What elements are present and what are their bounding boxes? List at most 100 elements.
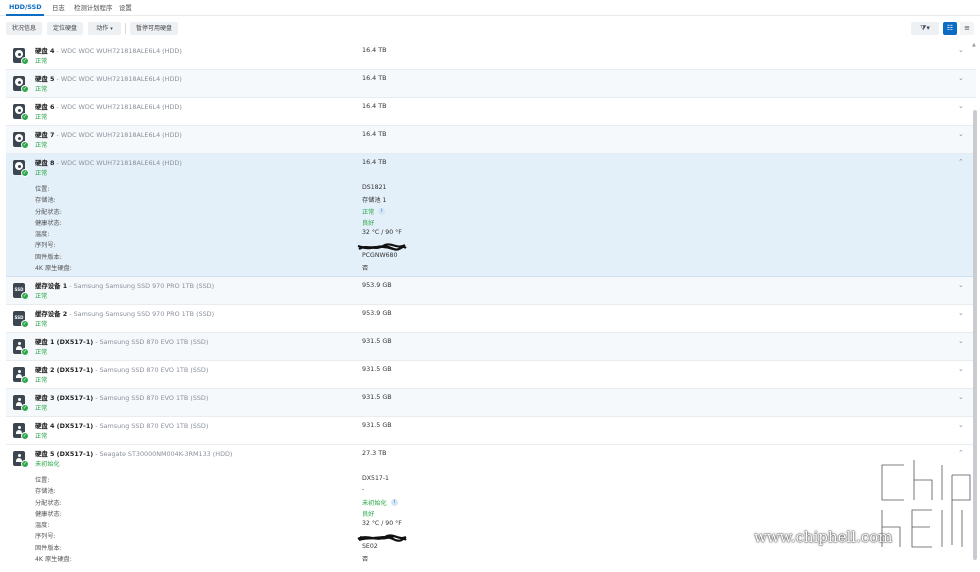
- disk-status: 正常: [35, 86, 48, 93]
- chevron-down-icon[interactable]: ⌄: [958, 309, 964, 317]
- chevron-down-icon[interactable]: ⌄: [958, 46, 964, 54]
- hdd-icon: ✓: [13, 132, 29, 149]
- expansion-disk-icon: ✓: [13, 339, 29, 356]
- tab-log[interactable]: 日志: [52, 3, 65, 12]
- disk-model: - WDC WDC WUH721818ALE6L4 (HDD): [54, 103, 182, 111]
- chevron-down-icon[interactable]: ⌄: [958, 74, 964, 82]
- disk-name: 硬盘 2 (DX517-1): [35, 366, 94, 374]
- disk-size: 931.5 GB: [362, 421, 392, 429]
- detail-label-temp: 温度:: [35, 231, 50, 239]
- disk-status: 正常: [35, 58, 48, 65]
- chevron-down-icon[interactable]: ⌄: [958, 130, 964, 138]
- ssd-icon: SSD ✓: [13, 283, 29, 300]
- chevron-down-icon[interactable]: ⌄: [958, 337, 964, 345]
- disk-row-hdd-4[interactable]: ✓ 硬盘 4 - WDC WDC WUH721818ALE6L4 (HDD) 正…: [6, 42, 976, 70]
- disk-row-dx517-3[interactable]: ✓ 硬盘 3 (DX517-1) - Samsung SSD 870 EVO 1…: [6, 389, 976, 417]
- watermark-text: www.chiphell.com: [754, 528, 893, 546]
- ssd-icon: SSD ✓: [13, 311, 29, 328]
- scroll-up-icon[interactable]: ▲: [972, 42, 976, 48]
- health-info-button[interactable]: 状况信息: [6, 22, 42, 35]
- disk-name: 硬盘 3 (DX517-1): [35, 394, 94, 402]
- disk-row-hdd-7[interactable]: ✓ 硬盘 7 - WDC WDC WUH721818ALE6L4 (HDD) 正…: [6, 126, 976, 154]
- disk-status: 正常: [35, 377, 48, 384]
- list-view-button[interactable]: ☷: [943, 22, 957, 35]
- toolbar: 状况信息 定位硬盘 动作 ▾ 暂停可用硬盘 ⧩▾ ☷ ≡: [0, 22, 980, 36]
- detail-value-pool: 存储池 1: [362, 197, 387, 205]
- action-dropdown-button[interactable]: 动作 ▾: [88, 22, 121, 35]
- compact-view-button[interactable]: ≡: [960, 22, 974, 35]
- action-label: 动作: [96, 25, 109, 32]
- chevron-down-icon[interactable]: ⌄: [958, 421, 964, 429]
- disk-size: 931.5 GB: [362, 337, 392, 345]
- detail-value-pool: -: [362, 486, 365, 494]
- disk-size: 27.3 TB: [362, 449, 387, 457]
- disk-model: - Samsung SSD 870 EVO 1TB (SSD): [93, 366, 209, 374]
- disk-status: 正常: [35, 170, 48, 177]
- disk-size: 931.5 GB: [362, 365, 392, 373]
- locate-disk-button[interactable]: 定位硬盘: [47, 22, 83, 35]
- detail-label-location: 位置:: [35, 186, 50, 193]
- disk-name: 硬盘 7: [35, 131, 55, 139]
- detail-label-health: 健康状态:: [35, 219, 62, 227]
- disk-size: 953.9 GB: [362, 309, 392, 317]
- detail-label-firmware: 固件版本:: [35, 544, 62, 552]
- chevron-down-icon[interactable]: ⌄: [958, 102, 964, 110]
- info-icon[interactable]: i: [390, 499, 398, 507]
- deactivate-disk-button[interactable]: 暂停可用硬盘: [130, 22, 178, 35]
- disk-row-dx517-2[interactable]: ✓ 硬盘 2 (DX517-1) - Samsung SSD 870 EVO 1…: [6, 361, 976, 389]
- tab-test-scheduler[interactable]: 检测计划程序: [74, 3, 112, 12]
- detail-label-alloc: 分配状态:: [35, 499, 62, 507]
- disk-name: 硬盘 6: [35, 103, 55, 111]
- chevron-up-icon[interactable]: ⌃: [958, 158, 964, 166]
- detail-value-temp: 32 °C / 90 °F: [362, 520, 402, 528]
- disk-model: - Samsung Samsung SSD 970 PRO 1TB (SSD): [67, 282, 215, 290]
- tab-settings[interactable]: 设置: [119, 3, 132, 12]
- chevron-down-icon[interactable]: ⌄: [958, 365, 964, 373]
- disk-details: 位置: DX517-1 存储池: - 分配状态: 未初始化 i 健康状态: 良好 温度: 3…: [35, 475, 635, 565]
- chevron-down-icon[interactable]: ⌄: [958, 281, 964, 289]
- detail-value-location: DS1821: [362, 184, 387, 191]
- filter-icon: ⧩▾: [920, 24, 930, 32]
- disk-row-hdd-5[interactable]: ✓ 硬盘 5 - WDC WDC WUH721818ALE6L4 (HDD) 正…: [6, 70, 976, 98]
- detail-value-location: DX517-1: [362, 475, 389, 482]
- disk-size: 16.4 TB: [362, 158, 387, 166]
- detail-value-temp: 32 °C / 90 °F: [362, 229, 402, 237]
- disk-model: - Samsung SSD 870 EVO 1TB (SSD): [93, 394, 209, 402]
- filter-button[interactable]: ⧩▾: [911, 22, 939, 35]
- disk-model: - WDC WDC WUH721818ALE6L4 (HDD): [54, 47, 182, 55]
- detail-value-firmware: PCGNW680: [362, 251, 398, 259]
- detail-value-health: 良好: [362, 219, 375, 227]
- disk-status: 正常: [35, 405, 48, 412]
- disk-model: - WDC WDC WUH721818ALE6L4 (HDD): [54, 131, 182, 139]
- detail-label-alloc: 分配状态:: [35, 208, 62, 216]
- disk-size: 953.9 GB: [362, 281, 392, 289]
- chevron-down-icon[interactable]: ⌄: [958, 393, 964, 401]
- tab-hdd-ssd[interactable]: HDD/SSD: [9, 3, 42, 11]
- detail-value-firmware: SE02: [362, 542, 378, 550]
- disk-row-dx517-1[interactable]: ✓ 硬盘 1 (DX517-1) - Samsung SSD 870 EVO 1…: [6, 333, 976, 361]
- detail-label-pool: 存储池:: [35, 197, 56, 205]
- disk-row-hdd-8-expanded[interactable]: ✓ 硬盘 8 - WDC WDC WUH721818ALE6L4 (HDD) 正…: [6, 154, 976, 277]
- disk-row-hdd-6[interactable]: ✓ 硬盘 6 - WDC WDC WUH721818ALE6L4 (HDD) 正…: [6, 98, 976, 126]
- info-icon[interactable]: i: [378, 208, 386, 216]
- disk-status: 正常: [35, 321, 48, 328]
- menu-lines-icon: ≡: [964, 24, 970, 32]
- disk-size: 16.4 TB: [362, 130, 387, 138]
- disk-status: 正常: [35, 293, 48, 300]
- chevron-down-icon: ▾: [110, 26, 113, 32]
- disk-row-cache-2[interactable]: SSD ✓ 缓存设备 2 - Samsung Samsung SSD 970 PR…: [6, 305, 976, 333]
- expansion-disk-icon: ✓: [13, 451, 29, 468]
- detail-value-alloc: 正常 i: [362, 207, 386, 216]
- tab-bar: HDD/SSD 日志 检测计划程序 设置: [0, 0, 980, 16]
- detail-label-pool: 存储池:: [35, 488, 56, 496]
- detail-value-alloc: 未初始化 i: [362, 498, 398, 507]
- disk-row-cache-1[interactable]: SSD ✓ 缓存设备 1 - Samsung Samsung SSD 970 PR…: [6, 277, 976, 305]
- detail-value-4k: 否: [362, 556, 369, 564]
- hdd-icon: ✓: [13, 48, 29, 65]
- disk-model: - Samsung Samsung SSD 970 PRO 1TB (SSD): [67, 310, 215, 318]
- disk-model: - Seagate ST30000NM004K-3RM133 (HDD): [93, 450, 233, 458]
- disk-status: 正常: [35, 142, 48, 149]
- detail-label-temp: 温度:: [35, 522, 50, 530]
- detail-value-4k: 否: [362, 265, 369, 273]
- disk-row-dx517-4[interactable]: ✓ 硬盘 4 (DX517-1) - Samsung SSD 870 EVO 1…: [6, 417, 976, 445]
